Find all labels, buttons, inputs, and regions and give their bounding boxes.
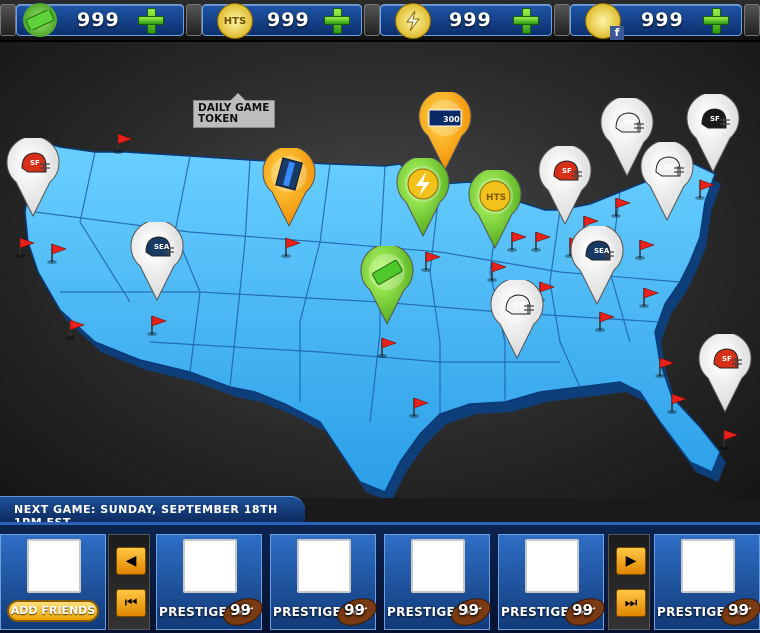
map-pin-ticket[interactable] bbox=[360, 243, 414, 326]
hts-coin-icon: HTS bbox=[217, 3, 253, 39]
red-flag-marker[interactable] bbox=[65, 319, 85, 340]
svg-text:SF: SF bbox=[722, 355, 732, 363]
prestige-label: PRESTIGE bbox=[159, 605, 227, 619]
red-flag-marker[interactable] bbox=[15, 237, 35, 258]
red-flag-marker[interactable] bbox=[113, 133, 133, 154]
coins-value: 999 bbox=[267, 9, 310, 31]
map-pin-sponsor-jersey[interactable] bbox=[262, 145, 316, 228]
scroll-last-button[interactable]: ⏭ bbox=[616, 589, 646, 617]
red-flag-marker[interactable] bbox=[487, 261, 507, 282]
red-flag-marker[interactable] bbox=[421, 251, 441, 272]
scroll-first-button[interactable]: ⏮ bbox=[116, 589, 146, 617]
scroll-left-button[interactable]: ◀ bbox=[116, 547, 146, 575]
facebook-credits-value: 999 bbox=[641, 9, 684, 31]
red-flag-marker[interactable] bbox=[611, 197, 631, 218]
svg-text:SD: SD bbox=[514, 301, 525, 309]
bar-end-cap bbox=[0, 4, 16, 36]
red-flag-marker[interactable] bbox=[409, 397, 429, 418]
add-facebook-credits-button[interactable] bbox=[703, 8, 729, 34]
energy-value: 999 bbox=[449, 9, 492, 31]
svg-text:SF: SF bbox=[710, 115, 720, 123]
friend-photo bbox=[183, 539, 237, 593]
add-tickets-button[interactable] bbox=[138, 8, 164, 34]
red-flag-marker[interactable] bbox=[531, 231, 551, 252]
prestige-level: 99 bbox=[458, 601, 479, 619]
prestige-level: 99 bbox=[728, 601, 749, 619]
red-flag-marker[interactable] bbox=[281, 237, 301, 258]
friends-nav-right: ▶ ⏭ bbox=[608, 534, 650, 630]
map-pin-helmet-black[interactable]: SF bbox=[686, 91, 740, 174]
hts-coin-label: HTS bbox=[223, 15, 247, 27]
map-pin-helmet-seahawks[interactable]: SEA bbox=[570, 223, 624, 306]
red-flag-marker[interactable] bbox=[147, 315, 167, 336]
friend-slot[interactable]: PRESTIGE 99 bbox=[384, 534, 491, 630]
svg-text:SD: SD bbox=[624, 119, 635, 127]
friend-slot[interactable]: PRESTIGE 99 bbox=[498, 534, 605, 630]
svg-text:SD: SD bbox=[664, 163, 675, 171]
tickets-counter: 999 bbox=[16, 3, 184, 37]
svg-text:SEA: SEA bbox=[154, 243, 170, 251]
bar-end-cap bbox=[744, 4, 760, 36]
prestige-label: PRESTIGE bbox=[657, 605, 725, 619]
friend-photo bbox=[681, 539, 735, 593]
facebook-coin-icon: f bbox=[585, 3, 624, 40]
prestige-label: PRESTIGE bbox=[387, 605, 455, 619]
svg-text:HTS: HTS bbox=[486, 193, 506, 203]
prestige-level: 99 bbox=[344, 601, 365, 619]
add-energy-button[interactable] bbox=[513, 8, 539, 34]
friends-nav-left: ◀ ⏮ bbox=[108, 534, 150, 630]
friend-photo bbox=[411, 539, 465, 593]
friend-slot[interactable]: PRESTIGE 99 bbox=[270, 534, 377, 630]
red-flag-marker[interactable] bbox=[667, 393, 687, 414]
svg-text:SEA: SEA bbox=[594, 247, 610, 255]
map-pin-helmet-red[interactable]: SF bbox=[698, 331, 752, 414]
svg-text:SF: SF bbox=[30, 159, 40, 167]
add-coins-button[interactable] bbox=[324, 8, 350, 34]
scroll-right-button[interactable]: ▶ bbox=[616, 547, 646, 575]
red-flag-marker[interactable] bbox=[639, 287, 659, 308]
red-flag-marker[interactable] bbox=[377, 337, 397, 358]
red-flag-marker[interactable] bbox=[635, 239, 655, 260]
map-pin-helmet-white[interactable]: SD bbox=[490, 277, 544, 360]
friend-photo bbox=[297, 539, 351, 593]
lightning-bolt-icon bbox=[395, 3, 431, 39]
prestige-label: PRESTIGE bbox=[273, 605, 341, 619]
friend-slot[interactable]: PRESTIGE 99 bbox=[156, 534, 263, 630]
tooltip-line-2: TOKEN bbox=[198, 113, 239, 125]
profile-photo bbox=[27, 539, 81, 593]
prestige-level: 99 bbox=[230, 601, 251, 619]
red-flag-marker[interactable] bbox=[655, 357, 675, 378]
map-pin-helmet-red[interactable]: SF bbox=[538, 143, 592, 226]
facebook-icon: f bbox=[610, 26, 624, 40]
map-pin-helmet-seahawks[interactable]: SEA bbox=[130, 219, 184, 302]
next-game-banner: NEXT GAME: SUNDAY, SEPTEMBER 18TH 1PM ES… bbox=[0, 496, 305, 529]
facebook-credits-counter: f 999 bbox=[570, 3, 742, 40]
prestige-level: 99 bbox=[572, 601, 593, 619]
bar-divider bbox=[364, 4, 380, 36]
red-flag-marker[interactable] bbox=[595, 311, 615, 332]
add-friends-button[interactable]: ADD FRIENDS bbox=[7, 600, 99, 622]
usa-map-panel: SF SEA 300 HTS SF SD SD SF SEA SD SF DAILY GAME TO… bbox=[0, 42, 760, 498]
energy-counter: 999 bbox=[380, 3, 552, 39]
red-flag-marker[interactable] bbox=[695, 179, 715, 200]
coins-counter: HTS 999 bbox=[202, 3, 362, 39]
svg-text:300: 300 bbox=[443, 115, 460, 124]
friend-slot[interactable]: PRESTIGE 99 bbox=[654, 534, 760, 630]
tickets-value: 999 bbox=[77, 9, 120, 31]
red-flag-marker[interactable] bbox=[719, 429, 739, 450]
map-pin-energy-bolt[interactable] bbox=[396, 155, 450, 238]
bar-divider bbox=[554, 4, 570, 36]
map-pin-hts-coin[interactable]: HTS bbox=[468, 167, 522, 250]
prestige-label: PRESTIGE bbox=[501, 605, 569, 619]
bar-divider bbox=[186, 4, 202, 36]
svg-text:SF: SF bbox=[562, 167, 572, 175]
red-flag-marker[interactable] bbox=[47, 243, 67, 264]
resource-bar: 999 HTS 999 999 f 999 bbox=[0, 0, 760, 42]
ticket-icon bbox=[23, 3, 57, 37]
map-pin-helmet-red[interactable]: SF bbox=[6, 135, 60, 218]
friend-photo bbox=[525, 539, 579, 593]
daily-game-token-tooltip: DAILY GAME TOKEN bbox=[193, 93, 275, 128]
